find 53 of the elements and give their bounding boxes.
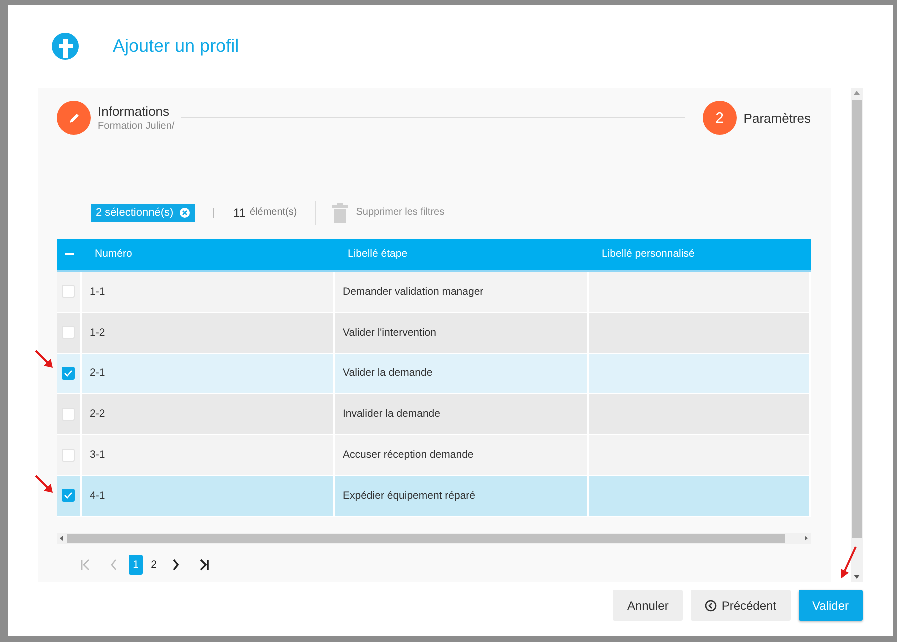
close-icon[interactable] — [180, 208, 190, 218]
vertical-scrollbar[interactable] — [851, 88, 863, 582]
table-cell: Expédier équipement réparé — [335, 476, 589, 517]
annotation-arrow-icon — [34, 349, 56, 371]
chevron-right-icon — [172, 558, 180, 571]
row-checkbox[interactable] — [62, 489, 75, 502]
dialog-title: Ajouter un profil — [113, 36, 240, 57]
footer-button[interactable]: Précédent — [690, 590, 791, 621]
pencil-icon — [68, 112, 80, 124]
last-page-icon — [198, 558, 210, 571]
trash-icon — [332, 202, 348, 223]
table-cell: 2-2 — [82, 394, 335, 436]
footer-button[interactable]: Annuler — [613, 590, 683, 621]
column-header[interactable]: Numéro — [82, 248, 335, 260]
step-marker: 2 — [702, 101, 737, 135]
row-checkbox[interactable] — [62, 408, 75, 421]
table-cell: 1-1 — [82, 272, 335, 313]
first-page-icon — [80, 558, 92, 571]
chevron-left-icon — [110, 558, 118, 571]
column-header[interactable]: Libellé étape — [335, 248, 589, 260]
table-cell: Valider l'intervention — [335, 312, 589, 354]
check-icon — [64, 492, 73, 500]
item-count-label: élément(s) — [250, 207, 298, 218]
table-cell: Valider la demande — [335, 354, 589, 394]
step-title: Informations — [98, 104, 171, 119]
badge-label: 2 sélectionné(s) — [96, 206, 174, 219]
table-cell: 3-1 — [82, 435, 335, 476]
table-cell: Demander validation manager — [335, 272, 589, 313]
step-subtitle: Formation Julien/ — [98, 121, 175, 132]
separator: | — [212, 206, 216, 219]
item-count: 11 — [234, 206, 246, 220]
table-cell: Invalider la demande — [335, 394, 589, 436]
table-cell: 1-2 — [82, 312, 335, 354]
horizontal-scrollbar[interactable] — [57, 532, 811, 544]
row-checkbox[interactable] — [62, 326, 75, 340]
footer-button[interactable]: Valider — [798, 590, 863, 621]
table-cell: 4-1 — [82, 476, 335, 517]
step-title: Paramètres — [744, 110, 811, 126]
annotation-arrow-icon — [34, 474, 56, 496]
page-button[interactable]: 1 — [129, 554, 143, 575]
selection-badge[interactable]: 2 sélectionné(s) — [91, 204, 195, 222]
column-header[interactable]: Libellé personnalisé — [589, 248, 811, 260]
page-button[interactable]: 2 — [147, 554, 161, 575]
check-icon — [64, 370, 73, 377]
logo-icon — [52, 33, 79, 60]
row-checkbox[interactable] — [62, 448, 75, 462]
table-cell: Accuser réception demande — [335, 435, 589, 476]
row-checkbox[interactable] — [62, 285, 75, 298]
annotation-arrow-icon — [838, 546, 858, 580]
table-cell: 2-1 — [82, 354, 335, 394]
row-checkbox[interactable] — [62, 366, 75, 380]
minus-icon[interactable] — [65, 253, 74, 256]
back-icon — [704, 600, 717, 612]
